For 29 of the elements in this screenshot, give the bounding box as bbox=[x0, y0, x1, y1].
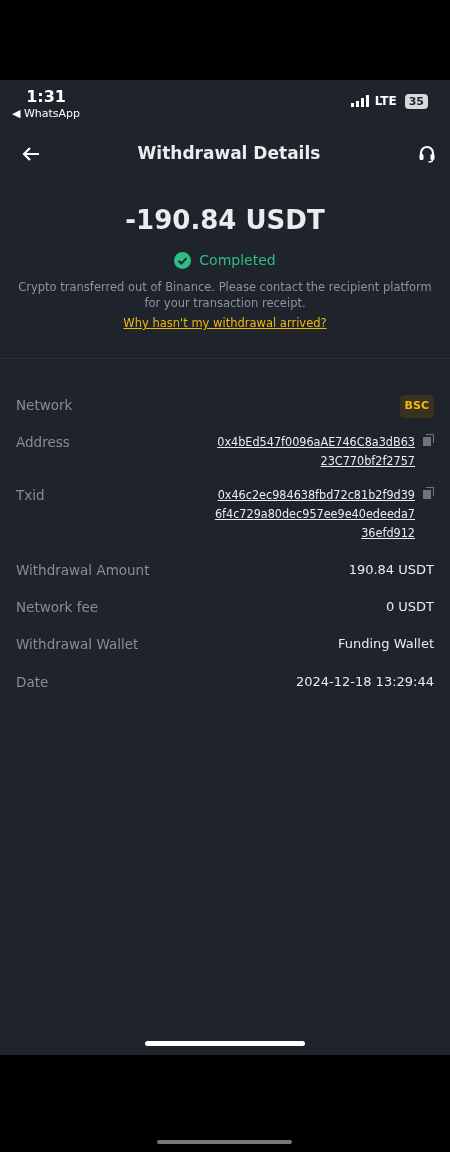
detail-label: Withdrawal Wallet bbox=[16, 635, 139, 655]
detail-label: Txid bbox=[16, 485, 45, 505]
detail-value: Funding Wallet bbox=[337, 635, 434, 654]
page-title: Withdrawal Details bbox=[137, 142, 321, 166]
help-link[interactable]: Why hasn't my withdrawal arrived? bbox=[123, 315, 327, 333]
amount: -190.84 USDT bbox=[125, 204, 325, 237]
back-to-app-link[interactable]: ◀ WhatsApp bbox=[12, 105, 81, 123]
hash-link[interactable]: 0x4bEd547f0096aAE746C8a3dB63 23C770bf2f2757 bbox=[217, 431, 415, 471]
clock: 1:31 bbox=[25, 88, 67, 106]
detail-value: 2024-12-18 13:29:44 bbox=[295, 672, 434, 691]
status-text: Completed bbox=[199, 251, 276, 270]
detail-label: Network fee bbox=[16, 598, 99, 618]
battery-level: 35 bbox=[404, 93, 428, 109]
detail-value: 190.84 USDT bbox=[348, 560, 434, 579]
check-circle-icon bbox=[174, 252, 192, 269]
back-arrow-icon[interactable] bbox=[22, 146, 40, 162]
detail-value: 0 USDT bbox=[385, 598, 434, 617]
network-badge: BSC bbox=[399, 395, 434, 418]
detail-label: Date bbox=[16, 672, 49, 692]
headset-icon[interactable] bbox=[418, 145, 436, 163]
copy-icon[interactable] bbox=[423, 486, 434, 499]
detail-label: Address bbox=[16, 432, 70, 452]
signal-icon bbox=[350, 95, 371, 107]
detail-label: Network bbox=[16, 396, 73, 416]
network-type: LTE bbox=[374, 93, 397, 110]
detail-label: Withdrawal Amount bbox=[16, 560, 150, 580]
info-note: Crypto transferred out of Binance. Please contact the recipient platform for your transaction receipt. bbox=[17, 279, 433, 312]
copy-icon[interactable] bbox=[423, 433, 434, 446]
hash-link[interactable]: 0x46c2ec984638fbd72c81b2f9d39 6f4c729a80dec957ee9e40edeeda7 36efd912 bbox=[214, 484, 415, 543]
